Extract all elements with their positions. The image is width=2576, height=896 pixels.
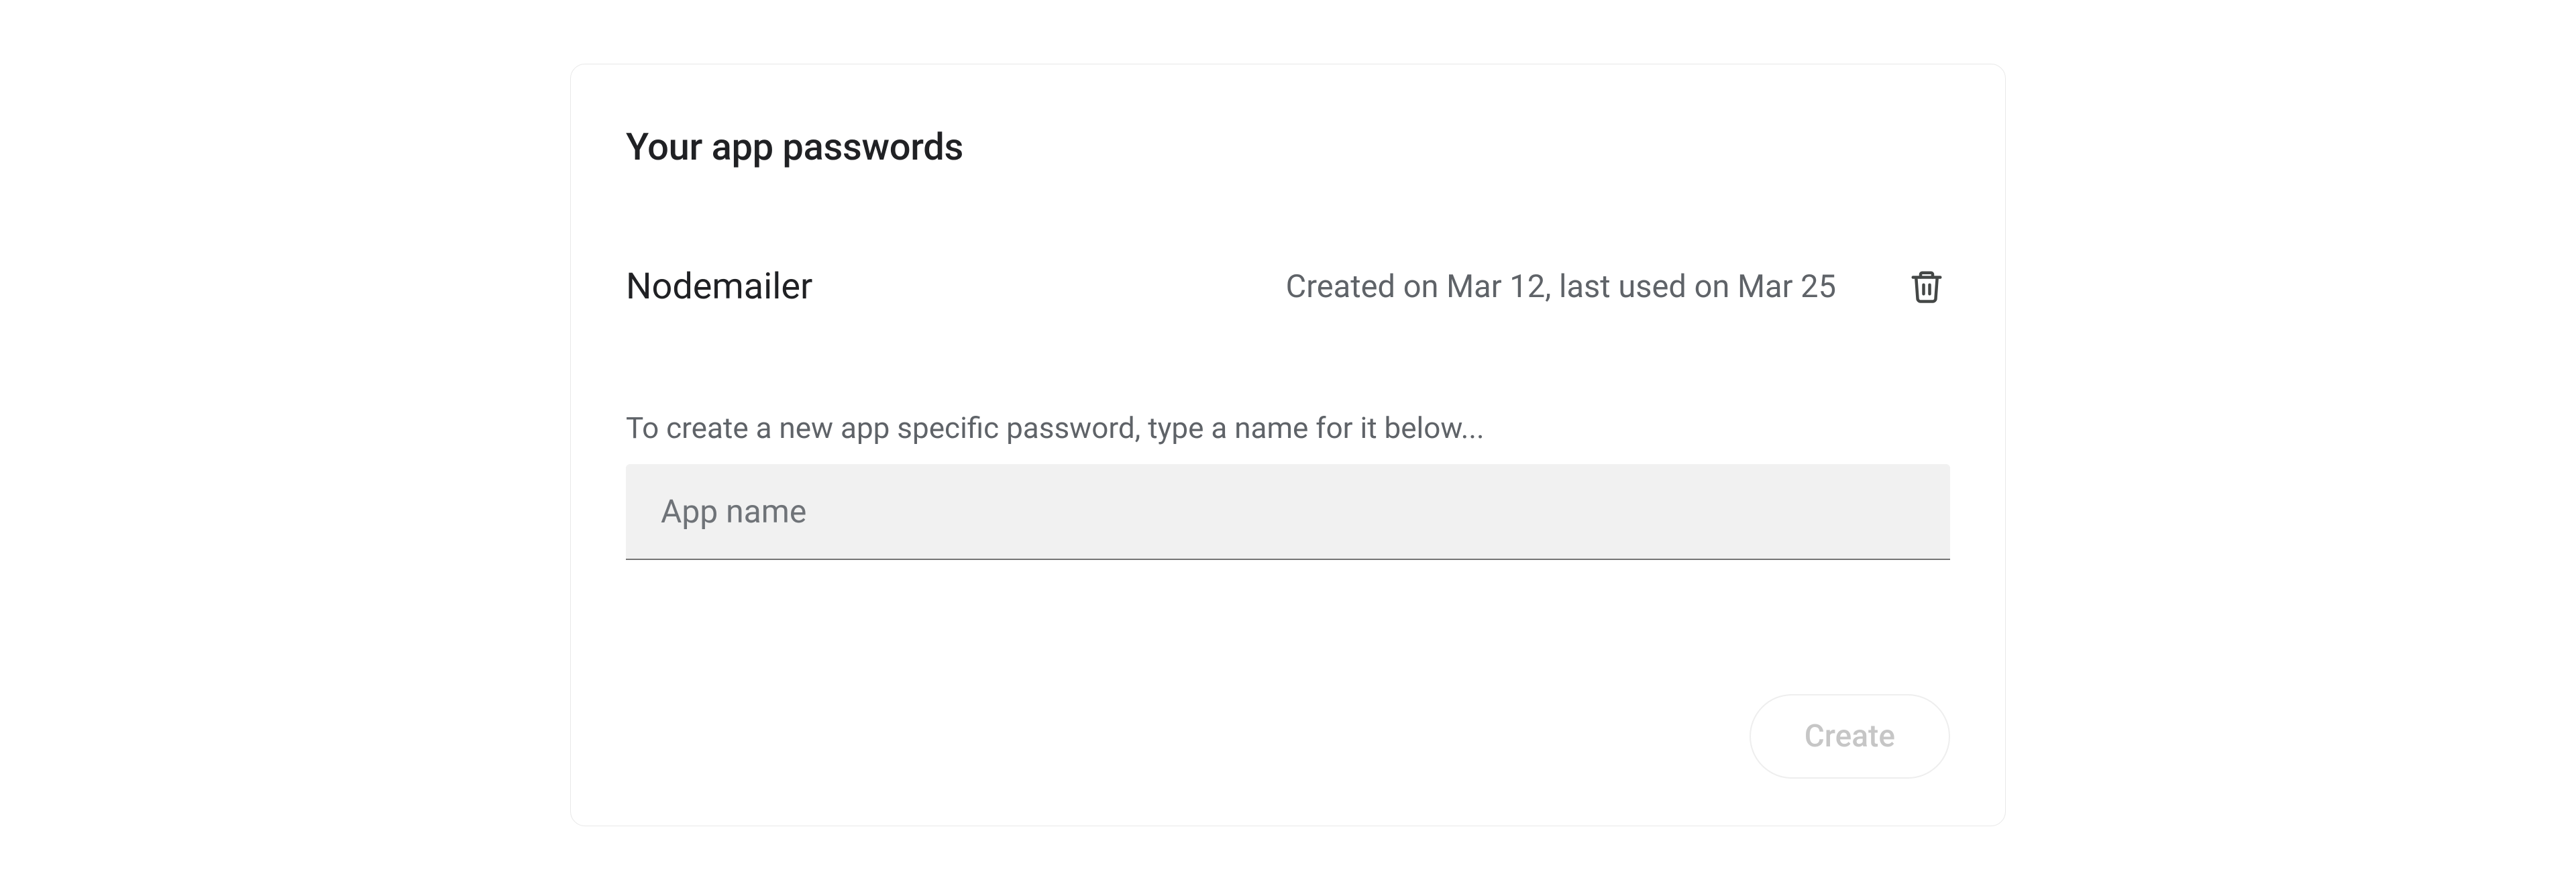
password-app-name: Nodemailer	[626, 266, 812, 308]
card-actions: Create	[626, 694, 1950, 779]
card-title: Your app passwords	[626, 125, 1950, 169]
helper-text: To create a new app specific password, t…	[626, 410, 1950, 445]
create-button[interactable]: Create	[1750, 694, 1950, 779]
password-meta-wrap: Created on Mar 12, last used on Mar 25	[1286, 263, 1950, 310]
delete-password-button[interactable]	[1903, 263, 1950, 310]
app-name-input-wrap[interactable]	[626, 464, 1950, 560]
password-meta-text: Created on Mar 12, last used on Mar 25	[1286, 268, 1836, 305]
app-passwords-card: Your app passwords Nodemailer Created on…	[570, 64, 2006, 826]
trash-icon	[1909, 268, 1945, 304]
password-row: Nodemailer Created on Mar 12, last used …	[626, 263, 1950, 310]
app-name-input[interactable]	[661, 492, 1915, 530]
